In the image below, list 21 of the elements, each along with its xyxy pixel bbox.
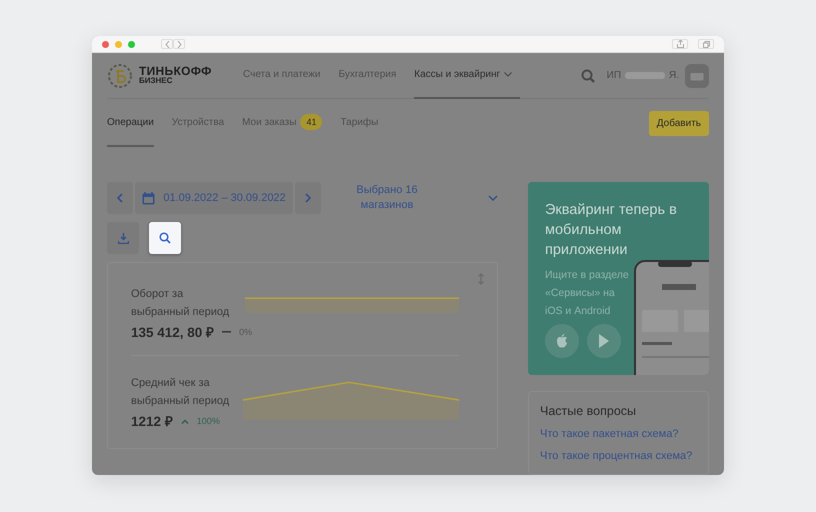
metric-label: Оборот за выбранный период xyxy=(131,287,230,320)
promo-text: Ищите в разделе «Сервисы» на iOS и Android xyxy=(545,268,630,319)
faq-link[interactable]: Что такое процентная схема? xyxy=(540,450,697,462)
user-prefix: ИП xyxy=(606,70,621,81)
section-tab[interactable]: Операции xyxy=(107,99,154,147)
count-badge: 41 xyxy=(300,114,322,130)
store-selector[interactable]: Выбрано 16 магазинов xyxy=(347,183,498,213)
metric-value: 1212 ₽ xyxy=(131,413,173,430)
change-percent: 100% xyxy=(196,416,220,426)
logo-text: ТИНЬКОФФ xyxy=(139,66,212,76)
add-button[interactable]: Добавить xyxy=(648,110,709,136)
faq-title: Частые вопросы xyxy=(540,404,638,418)
faq-link[interactable]: Что такое пакетная схема? xyxy=(540,428,697,440)
date-range-picker[interactable]: 01.09.2022 – 30.09.2022 xyxy=(135,182,293,214)
promo-title: Эквайринг теперь в мобильном приложении xyxy=(545,201,678,260)
promo-banner[interactable]: Эквайринг теперь в мобильном приложении Ищите в разделе «Сервисы» на iOS и Android xyxy=(528,182,709,375)
metric-value: 135 412, 80 ₽ xyxy=(131,324,214,341)
nav-tab[interactable]: Кассы и эквайринг xyxy=(414,52,520,98)
user-initial: Я. xyxy=(669,70,679,81)
metric-label: Средний чек за выбранный период xyxy=(131,376,230,409)
logo-subtitle: БИЗНЕС xyxy=(139,76,174,86)
